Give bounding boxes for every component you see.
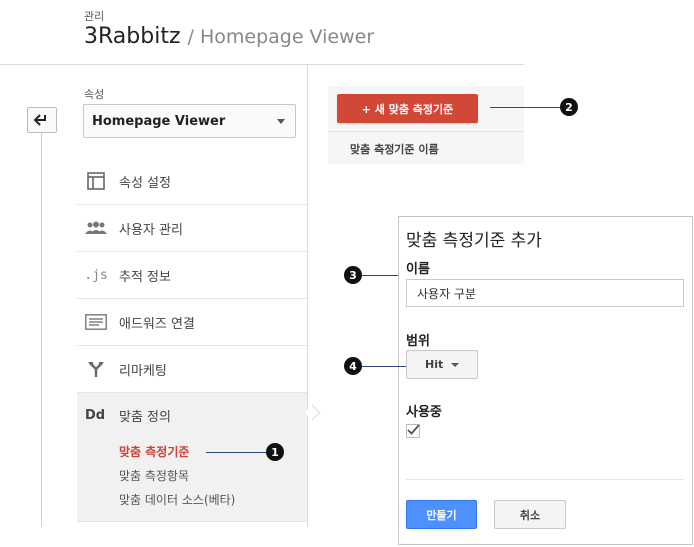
users-icon: [85, 218, 107, 238]
sub-item-custom-dimensions[interactable]: 맞춤 측정기준: [119, 443, 189, 460]
callout-2: 2: [560, 98, 578, 116]
new-custom-dimension-button[interactable]: + 새 맞춤 측정기준: [337, 94, 478, 123]
scope-select-value: Hit: [425, 358, 444, 371]
dialog-footer-divider: [406, 479, 684, 480]
property-name[interactable]: Homepage Viewer: [200, 26, 374, 48]
nav-item-custom-definitions[interactable]: Dd 맞춤 정의: [77, 393, 307, 437]
callout-2-leader: [490, 107, 560, 108]
scope-select[interactable]: Hit: [406, 350, 478, 379]
remarketing-icon: [85, 359, 107, 379]
table-header-divider: [328, 131, 524, 132]
breadcrumb-section: 관리: [84, 10, 105, 23]
custom-definitions-icon: Dd: [85, 407, 106, 423]
nav-item-remarketing[interactable]: 리마케팅: [77, 346, 307, 393]
add-custom-dimension-dialog: [398, 216, 693, 545]
nav-item-user-management[interactable]: 사용자 관리: [77, 205, 307, 252]
name-label: 이름: [406, 262, 430, 277]
page-title: 3Rabbitz / Homepage Viewer: [84, 24, 374, 49]
nav-item-label: 맞춤 정의: [119, 409, 171, 425]
property-select[interactable]: Homepage Viewer: [83, 104, 296, 138]
nav-item-label: 속성 설정: [119, 175, 171, 191]
callout-4: 4: [344, 357, 362, 375]
create-button[interactable]: 만들기: [406, 500, 477, 529]
name-input[interactable]: [406, 279, 684, 307]
column-header-name[interactable]: 맞춤 측정기준 이름: [350, 141, 439, 157]
callout-3: 3: [344, 266, 362, 284]
chevron-down-icon: [451, 363, 459, 367]
callout-1: 1: [266, 443, 284, 461]
account-name[interactable]: 3Rabbitz: [84, 24, 181, 49]
chevron-down-icon: [277, 119, 285, 124]
back-arrow-icon: [34, 114, 46, 126]
window-icon: [85, 171, 107, 191]
callout-4-leader: [362, 366, 406, 367]
panel-divider: [307, 64, 308, 527]
sub-item-custom-metrics[interactable]: 맞춤 측정항목: [119, 467, 189, 484]
checkmark-icon: [407, 424, 420, 435]
breadcrumb-separator: /: [187, 26, 194, 48]
active-checkbox[interactable]: [406, 424, 420, 438]
adwords-icon: [85, 312, 107, 332]
admin-nav: 속성 설정 사용자 관리 .js 추적 정보 애드워즈 연결 리마케팅 Dd 맞…: [77, 158, 307, 522]
scope-label: 범위: [406, 334, 430, 349]
rail-line: [41, 118, 42, 527]
nav-item-label: 애드워즈 연결: [119, 316, 195, 332]
cancel-button[interactable]: 취소: [494, 500, 566, 529]
nav-item-label: 사용자 관리: [119, 222, 183, 238]
active-label: 사용중: [406, 405, 442, 420]
property-select-value: Homepage Viewer: [92, 113, 226, 129]
nav-item-property-settings[interactable]: 속성 설정: [77, 158, 307, 205]
back-button[interactable]: [27, 107, 57, 133]
nav-item-label: 추적 정보: [119, 269, 171, 285]
js-icon: .js: [84, 267, 108, 283]
header-divider: [0, 64, 524, 65]
nav-item-adwords-link[interactable]: 애드워즈 연결: [77, 299, 307, 346]
property-label: 속성: [84, 88, 105, 101]
sub-item-custom-data-sources[interactable]: 맞춤 데이터 소스(베타): [119, 491, 235, 508]
nav-item-tracking-info[interactable]: .js 추적 정보: [77, 252, 307, 299]
nav-item-label: 리마케팅: [119, 363, 167, 379]
callout-3-leader: [362, 275, 398, 276]
dialog-title: 맞춤 측정기준 추가: [406, 231, 542, 251]
callout-1-leader: [206, 452, 266, 453]
